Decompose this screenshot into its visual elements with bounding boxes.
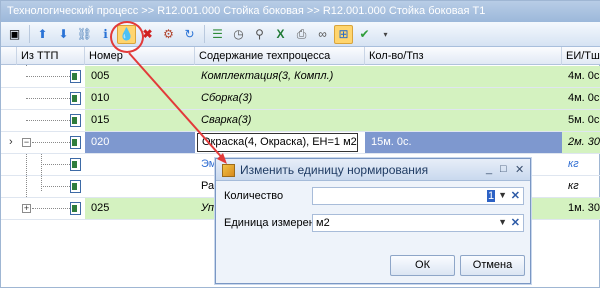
app-window: Технологический процесс >> R12.001.000 С… bbox=[0, 0, 600, 288]
annotation-arrow bbox=[128, 52, 227, 164]
